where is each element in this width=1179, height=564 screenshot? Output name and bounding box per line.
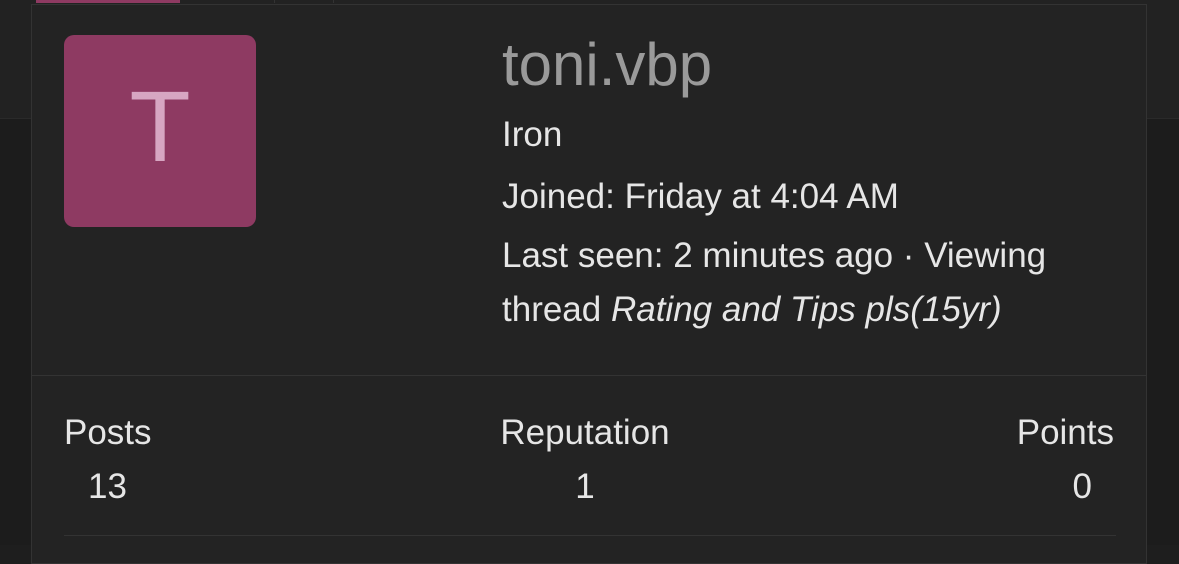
- last-seen-activity: Last seen: 2 minutes ago · Viewing threa…: [502, 229, 1132, 337]
- member-stats: Posts 13 Reputation 1 Points 0: [32, 375, 1146, 535]
- stat-label-posts: Posts: [64, 413, 152, 452]
- username-link[interactable]: toni.vbp: [502, 27, 1132, 103]
- tab-divider: [274, 0, 334, 3]
- viewing-thread-link[interactable]: Rating and Tips pls(15yr): [611, 290, 1002, 329]
- active-tab-indicator: [36, 0, 180, 3]
- avatar[interactable]: T: [64, 35, 256, 227]
- stat-posts[interactable]: Posts 13: [64, 411, 152, 509]
- stat-points: Points 0: [1017, 411, 1114, 509]
- stat-label-points: Points: [1016, 413, 1114, 452]
- joined-date: Joined: Friday at 4:04 AM: [502, 177, 899, 216]
- stat-value-posts: 13: [88, 467, 127, 506]
- stat-value-points: 0: [1072, 467, 1092, 506]
- member-tooltip-card: T toni.vbp Iron Joined: Friday at 4:04 A…: [31, 4, 1147, 564]
- member-info: toni.vbp Iron Joined: Friday at 4:04 AM …: [502, 27, 1132, 337]
- user-rank: Iron: [502, 115, 563, 154]
- member-card-header: T toni.vbp Iron Joined: Friday at 4:04 A…: [32, 5, 1146, 376]
- bottom-divider: [64, 535, 1116, 536]
- avatar-letter: T: [129, 71, 191, 183]
- stat-value-reputation: 1: [575, 467, 595, 506]
- stat-reputation: Reputation 1: [497, 411, 673, 509]
- stat-label-reputation: Reputation: [500, 413, 670, 452]
